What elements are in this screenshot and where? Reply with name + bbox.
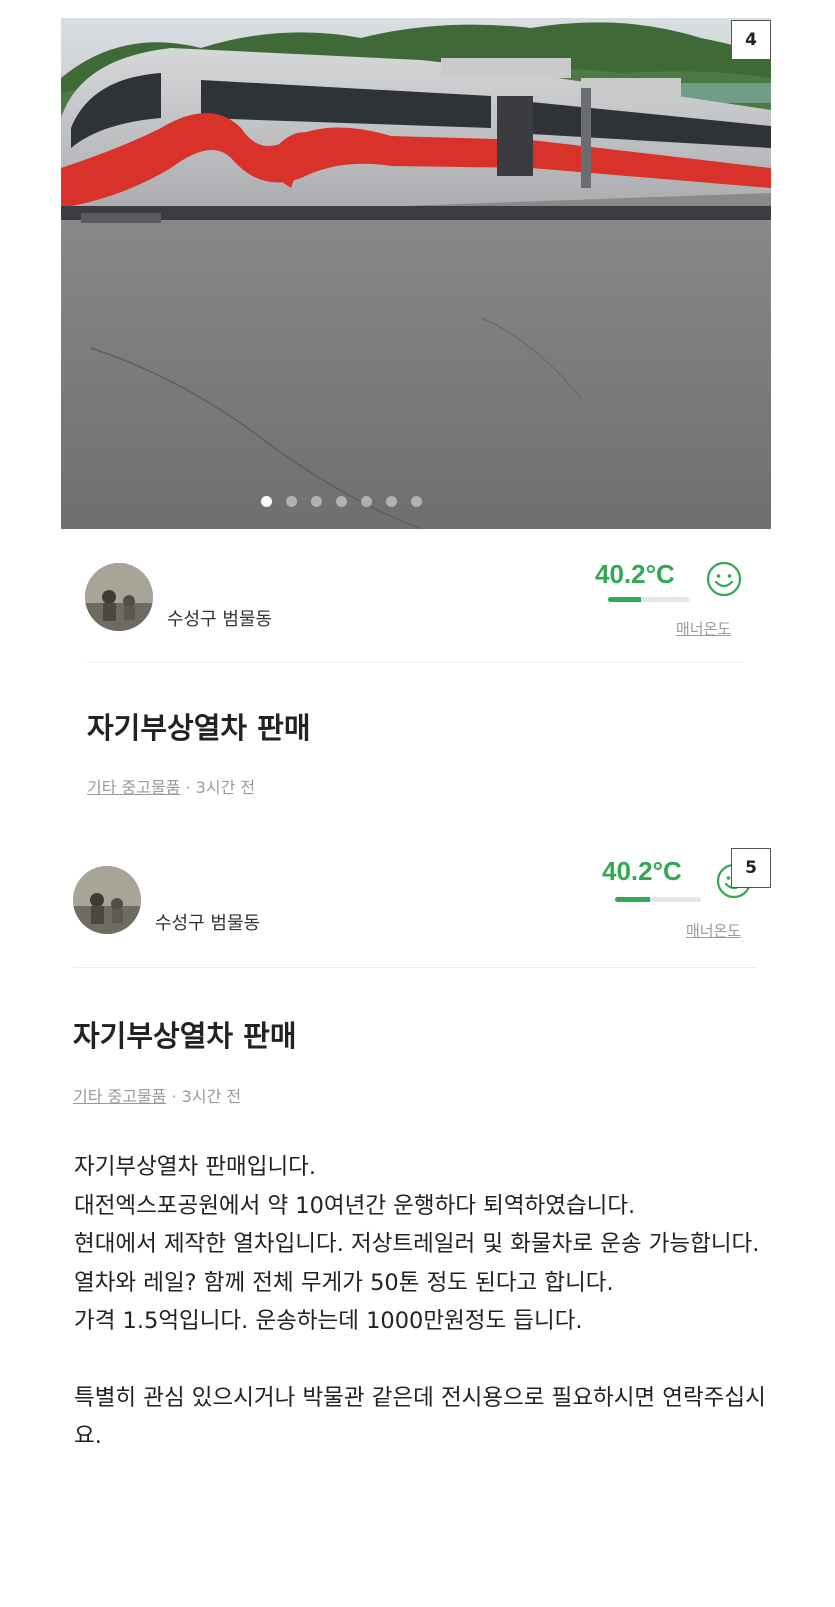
description-line: 가격 1.5억입니다. 운송하는데 1000만원정도 듭니다. [74,1308,583,1334]
posted-time: · 3시간 전 [171,1087,242,1106]
description-line: 특별히 관심 있으시거나 박물관 같은데 전시용으로 필요하시면 연락주십시요. [74,1384,766,1450]
carousel-dot[interactable] [260,496,272,507]
description-line: 현대에서 제작한 열차입니다. 저상트레일러 및 화물차로 운송 가능합니다. [74,1231,760,1257]
carousel-dot[interactable] [310,496,322,507]
description-line: 열차와 레일? 함께 전체 무게가 50톤 정도 된다고 합니다. [74,1269,614,1296]
carousel-dots[interactable] [61,496,771,507]
smile-face-icon [706,561,742,597]
post-meta: 기타 중고물품 · 3시간 전 [73,1083,241,1107]
carousel-dot[interactable] [285,496,297,507]
carousel-dot[interactable] [385,496,397,507]
description-line: 자기부상열차 판매입니다. [74,1154,317,1180]
manner-temperature-fill [608,597,641,602]
seller-avatar[interactable] [85,563,153,631]
manner-temperature-bar [615,897,701,902]
manner-temperature-link[interactable]: 매너온도 [686,920,741,941]
carousel-dot[interactable] [360,496,372,507]
manner-temperature: 40.2°C [595,559,675,589]
divider [87,662,744,663]
posted-time: · 3시간 전 [185,778,256,797]
seller-location: 수성구 범물동 [155,913,261,934]
carousel-dot[interactable] [410,496,422,507]
seller-avatar[interactable] [73,866,141,934]
seller-location: 수성구 범물동 [167,609,273,630]
image-number-badge: 5 [731,848,771,888]
train-photo [61,18,771,529]
manner-temperature: 40.2°C [602,856,682,886]
manner-temperature-link[interactable]: 매너온도 [676,618,731,639]
post-title: 자기부상열차 판매 [87,711,311,745]
description-blank-line [74,1341,774,1379]
post-description: 자기부상열차 판매입니다. 대전엑스포공원에서 약 10여년간 운행하다 퇴역하… [74,1148,774,1456]
manner-temperature-bar [608,597,690,602]
description-line: 대전엑스포공원에서 약 10여년간 운행하다 퇴역하였습니다. [74,1192,636,1219]
product-photo-carousel[interactable] [61,18,771,529]
carousel-dot[interactable] [335,496,347,507]
post-title: 자기부상열차 판매 [73,1019,297,1053]
category-link[interactable]: 기타 중고물품 [87,778,180,797]
manner-temperature-fill [615,897,650,902]
image-number-badge: 4 [731,20,771,60]
category-link[interactable]: 기타 중고물품 [73,1087,166,1106]
post-meta: 기타 중고물품 · 3시간 전 [87,774,255,798]
divider [73,967,757,968]
